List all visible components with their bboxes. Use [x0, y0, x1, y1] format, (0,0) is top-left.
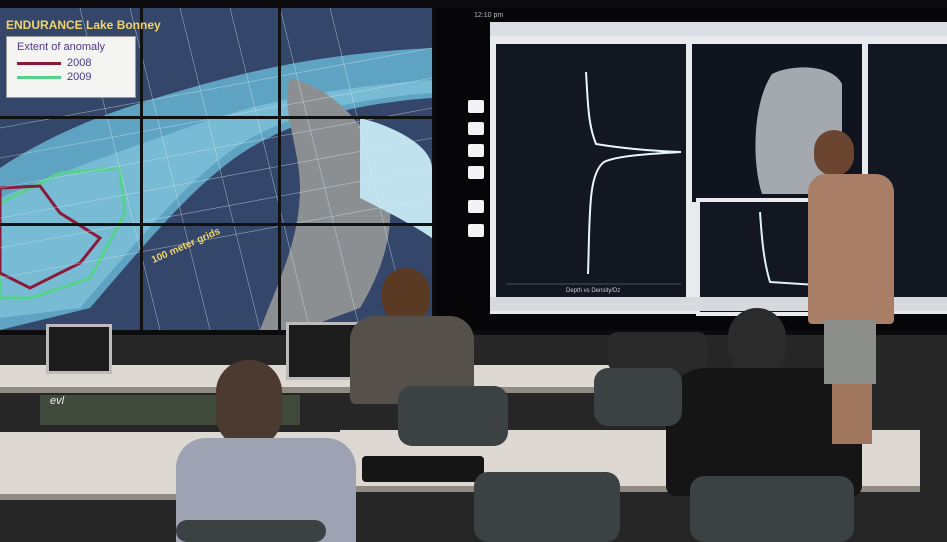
map-display: ENDURANCE Lake Bonney Extent of anomaly …: [0, 8, 432, 330]
bezel: [140, 8, 143, 330]
desk-logo-text: evl: [50, 395, 65, 407]
office-chair: [474, 472, 620, 542]
office-chair: [398, 386, 508, 446]
bezel: [278, 8, 281, 330]
legend-row-2009: 2009: [17, 71, 91, 83]
toolbar-button[interactable]: [468, 224, 484, 237]
laptop-left: [46, 324, 112, 374]
legend-swatch: [17, 75, 61, 79]
toolbar-button[interactable]: [468, 166, 484, 179]
density-curve-graphic: [506, 71, 682, 285]
legend-row-2008: 2008: [17, 57, 91, 69]
backpack: [608, 332, 708, 372]
legend-label: 2008: [67, 57, 92, 69]
legend-label: 2009: [67, 71, 92, 83]
plot-caption: Depth vs Density/Dz: [566, 288, 621, 294]
toolbar-button[interactable]: [468, 122, 484, 135]
office-chair: [176, 520, 326, 542]
legend-title: Extent of anomaly: [17, 41, 106, 53]
office-chair: [690, 476, 854, 542]
toolbar-button[interactable]: [468, 200, 484, 213]
legend-swatch: [17, 61, 61, 65]
office-chair: [594, 368, 682, 426]
app-menubar: [490, 22, 947, 36]
toolbar-button[interactable]: [468, 144, 484, 157]
map-legend: Extent of anomaly 2008 2009: [6, 36, 136, 98]
bezel: [0, 116, 432, 119]
map-title: ENDURANCE Lake Bonney: [6, 18, 161, 32]
toolbar-button[interactable]: [468, 100, 484, 113]
wall-clock: 12:10 pm: [474, 12, 504, 19]
density-plot: Depth vs Density/Dz: [496, 44, 686, 300]
laptop-bag: [362, 456, 484, 482]
